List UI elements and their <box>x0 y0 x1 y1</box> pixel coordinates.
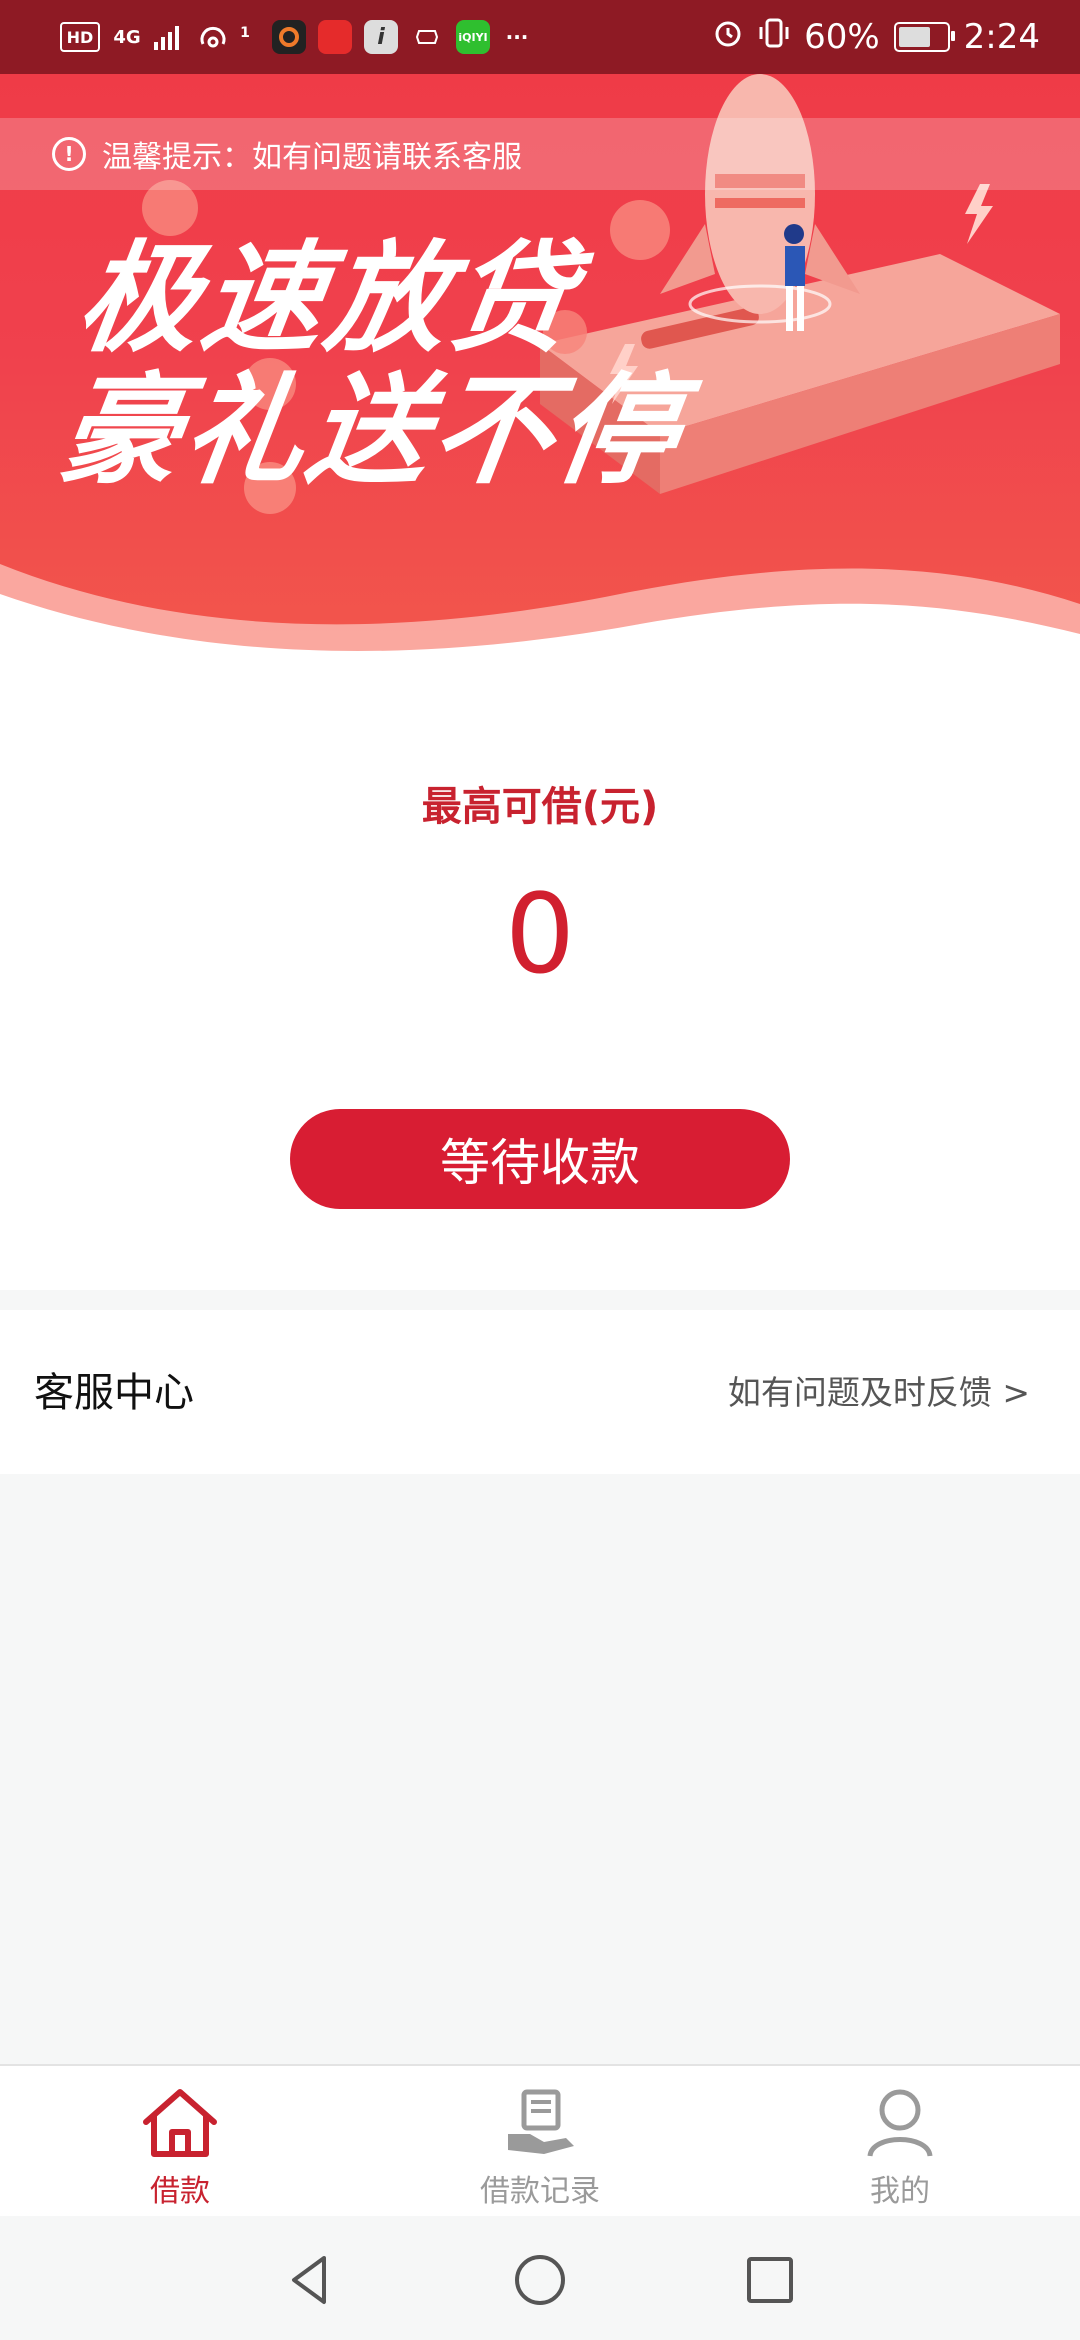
back-icon[interactable] <box>280 2250 340 2310</box>
await-payment-button[interactable]: 等待收款 <box>290 1109 790 1209</box>
profile-icon <box>867 2089 933 2157</box>
orange-circle-app-icon <box>272 20 306 54</box>
more-notifications: ··· <box>505 25 529 49</box>
home-icon <box>143 2089 217 2157</box>
banner-wave <box>0 564 1080 694</box>
warning-icon: ! <box>52 137 86 171</box>
vibrate-icon <box>758 17 790 58</box>
nav-tab-loan[interactable]: 借款 <box>60 2088 300 2210</box>
loan-card: 最高可借(元) 0 等待收款 <box>0 694 1080 1290</box>
clock: 2:24 <box>963 17 1040 57</box>
notice-bar: ! 温馨提示：如有问题请联系客服 <box>0 118 1080 190</box>
signal-icon <box>154 20 184 54</box>
max-borrow-amount: 0 <box>505 870 575 998</box>
system-navigation-bar <box>0 2216 1080 2340</box>
service-center-row[interactable]: 客服中心 如有问题及时反馈 > <box>0 1310 1080 1474</box>
red-app-icon <box>318 20 352 54</box>
nav-label-loan: 借款 <box>150 2174 210 2209</box>
nav-tab-profile[interactable]: 我的 <box>780 2088 1020 2210</box>
network-type: 4G <box>113 26 141 48</box>
service-center-title: 客服中心 <box>34 1370 194 1416</box>
nav-label-loan-records: 借款记录 <box>480 2174 600 2209</box>
loan-record-icon <box>508 2089 574 2154</box>
alarm-icon <box>712 17 744 58</box>
info-app-icon: i <box>364 20 398 54</box>
slogan-line-2: 豪礼送不停 <box>51 362 691 501</box>
battery-percent: 60% <box>804 17 880 57</box>
recent-apps-icon[interactable] <box>740 2250 800 2310</box>
hd-indicator: HD <box>60 22 100 52</box>
feedback-link[interactable]: 如有问题及时反馈 > <box>728 1366 1030 1414</box>
home-circle-icon[interactable] <box>510 2250 570 2310</box>
battery-icon <box>893 22 955 52</box>
promo-banner[interactable]: ! 温馨提示：如有问题请联系客服 极速放贷 豪礼送不停 <box>0 74 1080 694</box>
notice-text: 温馨提示：如有问题请联系客服 <box>102 140 522 175</box>
hand-app-icon <box>410 20 444 54</box>
hotspot-icon <box>196 20 230 54</box>
status-bar: HD 4G 1 i iQIYI ··· 60% 2:24 <box>0 0 1080 74</box>
iqiyi-app-icon: iQIYI <box>456 20 490 54</box>
hotspot-count: 1 <box>240 25 250 41</box>
status-icons-left: HD 4G 1 i iQIYI ··· <box>60 16 532 58</box>
slogan-line-1: 极速放贷 <box>69 230 586 369</box>
bottom-navigation: 借款 借款记录 我的 <box>0 2064 1080 2216</box>
status-icons-right: 60% 2:24 <box>712 12 1040 62</box>
nav-tab-loan-records[interactable]: 借款记录 <box>420 2088 660 2210</box>
max-borrow-label: 最高可借(元) <box>421 784 659 830</box>
nav-label-profile: 我的 <box>870 2174 930 2209</box>
banner-slogan: 极速放贷 豪礼送不停 <box>51 230 708 501</box>
